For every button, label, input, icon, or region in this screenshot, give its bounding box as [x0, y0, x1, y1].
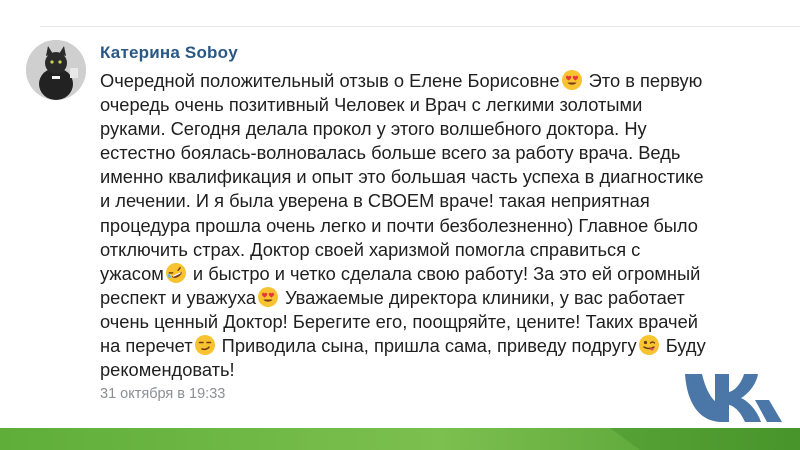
review-text-fragment: на перечет [100, 335, 193, 357]
review-line: процедура прошла очень легко и почти без… [100, 214, 698, 236]
avatar[interactable] [26, 40, 86, 100]
smirk-emoji-icon [194, 335, 215, 356]
post-timestamp[interactable]: 31 октября в 19:33 [100, 386, 225, 402]
avatar-image [26, 40, 86, 100]
heart-eyes-emoji-icon [257, 286, 278, 307]
review-line: именно квалификация и опыт это большая ч… [100, 166, 704, 188]
review-line: ужасом и быстро и четко сделала свою раб… [100, 262, 780, 286]
review-text-fragment: респект и уважуха [100, 286, 256, 308]
vk-logo-icon [685, 374, 782, 422]
review-text: Очередной положительный отзыв о Елене Бо… [100, 69, 780, 382]
review-line: очень ценный Доктор! Берегите его, поощр… [100, 310, 698, 332]
review-card: Катерина Soboy Очередной положительный о… [0, 0, 800, 450]
review-line: рекомендовать! [100, 359, 235, 381]
review-text-fragment: Очередной положительный отзыв о Елене Бо… [100, 70, 560, 91]
review-line: Очередной положительный отзыв о Елене Бо… [100, 69, 780, 93]
review-text-fragment: Уважаемые директора клиники, у вас работ… [279, 286, 685, 308]
winking-tongue-emoji-icon [638, 335, 659, 356]
review-text-fragment: Буду [660, 335, 706, 357]
review-line: руками. Сегодня делала прокол у этого во… [100, 118, 647, 140]
review-text-fragment: ужасом [100, 262, 164, 284]
review-line: и лечении. И я была уверена в СВОЕМ врач… [100, 190, 650, 212]
author-name[interactable]: Катерина Soboy [100, 43, 238, 63]
review-line: отключить страх. Доктор своей харизмой п… [100, 238, 641, 260]
review-text-fragment: Приводила сына, пришла сама, приведу под… [216, 335, 637, 357]
footer-green-bar [0, 428, 800, 450]
review-line: очередь очень позитивный Человек и Врач … [100, 94, 643, 116]
rolling-laughing-emoji-icon [165, 262, 186, 283]
review-line: респект и уважуха Уважаемые директора кл… [100, 286, 780, 310]
review-text-fragment: и быстро и четко сделала свою работу! За… [187, 262, 701, 284]
review-line: на перечет Приводила сына, пришла сама, … [100, 334, 780, 358]
heart-eyes-emoji-icon [561, 70, 582, 90]
review-line: естестно боялась-волновалась больше всег… [100, 142, 681, 164]
review-text-fragment: Это в первую [583, 70, 703, 91]
